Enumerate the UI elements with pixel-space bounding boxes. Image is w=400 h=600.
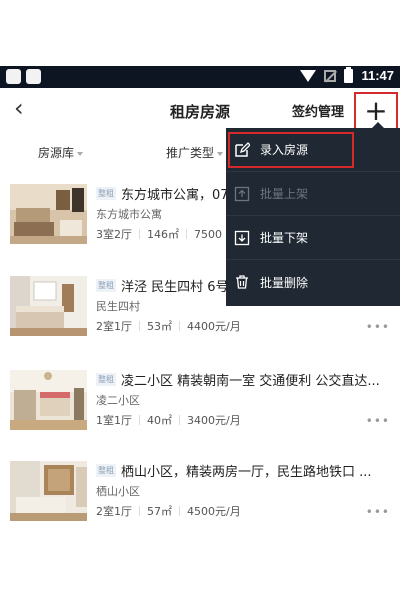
- listing-title: 栖山小区，精装两房一厅，民生路地铁口 ...: [121, 464, 372, 480]
- dropdown-arrow-icon: [217, 151, 224, 156]
- status-bar: 11:47: [0, 66, 400, 88]
- notification-icon: [26, 69, 41, 84]
- status-left-icons: [6, 69, 41, 84]
- add-dropdown-menu: 录入房源 批量上架 批量下架 批量删除: [226, 122, 400, 306]
- sign-management-button[interactable]: 签约管理: [292, 101, 344, 120]
- listing-specs: 1室1厅 40㎡ 3400元/月: [96, 412, 396, 428]
- listing-info: 整租 栖山小区，精装两房一厅，民生路地铁口 ... 栖山小区 2室1厅 57㎡ 4…: [96, 461, 396, 519]
- listing-photo: [10, 184, 87, 244]
- menu-item-batch-delete[interactable]: 批量删除: [226, 260, 400, 304]
- dropdown-arrow-icon: [77, 151, 84, 156]
- listing-price: 4500元/月: [187, 505, 241, 518]
- status-time: 11:47: [361, 68, 394, 83]
- rental-type-badge: 整租: [96, 278, 116, 292]
- download-icon: [234, 230, 250, 246]
- rental-type-badge: 整租: [96, 186, 116, 200]
- app-header: ‹ 租房房源 签约管理 +: [0, 88, 400, 132]
- plus-icon: +: [364, 94, 388, 127]
- listing-price: 7500: [194, 227, 222, 241]
- trash-icon: [234, 274, 250, 290]
- status-right: 11:47: [300, 66, 394, 83]
- upload-icon: [234, 186, 250, 202]
- selection-highlight: [228, 132, 354, 168]
- listing-area: 57㎡: [147, 505, 172, 518]
- listing-specs: 2室1厅 57㎡ 4500元/月: [96, 503, 396, 519]
- menu-item-label: 批量上架: [260, 187, 309, 201]
- rental-type-badge: 整租: [96, 372, 116, 386]
- battery-icon: [344, 66, 354, 83]
- notification-icon: [6, 69, 21, 84]
- listing-photo: [10, 461, 87, 521]
- listing-layout: 2室1厅: [96, 505, 132, 518]
- rental-type-badge: 整租: [96, 463, 116, 477]
- listing-area: 53㎡: [147, 320, 172, 333]
- menu-item-label: 批量删除: [260, 275, 309, 290]
- listing-area: 146㎡: [147, 228, 179, 241]
- listing-title: 凌二小区 精装朝南一室 交通便利 公交直达...: [121, 373, 380, 389]
- filter-label: 房源库: [38, 146, 75, 160]
- filter-listing-pool[interactable]: 房源库: [38, 144, 84, 161]
- listing-community: 凌二小区: [96, 394, 140, 407]
- list-item[interactable]: 整租 栖山小区，精装两房一厅，民生路地铁口 ... 栖山小区 2室1厅 57㎡ 4…: [0, 461, 400, 545]
- filter-promotion-type[interactable]: 推广类型: [166, 144, 224, 161]
- no-signal-icon: [324, 69, 337, 82]
- listing-title: 洋泾 民生四村 6号: [121, 279, 229, 295]
- menu-item-add-listing[interactable]: 录入房源: [226, 128, 400, 172]
- listing-photo: [10, 370, 87, 430]
- more-options-icon[interactable]: •••: [366, 414, 390, 428]
- listing-area: 40㎡: [147, 414, 172, 427]
- more-options-icon[interactable]: •••: [366, 505, 390, 519]
- menu-item-batch-delist[interactable]: 批量下架: [226, 216, 400, 260]
- wifi-icon: [300, 69, 317, 82]
- listing-price: 4400元/月: [187, 320, 241, 333]
- listing-photo: [10, 276, 87, 336]
- listing-specs: 2室1厅 53㎡ 4400元/月: [96, 318, 396, 334]
- listing-community: 栖山小区: [96, 485, 140, 498]
- menu-item-label: 批量下架: [260, 231, 309, 245]
- list-item[interactable]: 整租 凌二小区 精装朝南一室 交通便利 公交直达... 凌二小区 1室1厅 40㎡…: [0, 370, 400, 454]
- more-options-icon[interactable]: •••: [366, 320, 390, 334]
- listing-layout: 3室2厅: [96, 228, 132, 241]
- listing-layout: 2室1厅: [96, 320, 132, 333]
- menu-item-batch-list[interactable]: 批量上架: [226, 172, 400, 216]
- listing-layout: 1室1厅: [96, 414, 132, 427]
- listing-price: 3400元/月: [187, 414, 241, 427]
- filter-label: 推广类型: [166, 146, 215, 160]
- listing-info: 整租 凌二小区 精装朝南一室 交通便利 公交直达... 凌二小区 1室1厅 40㎡…: [96, 370, 396, 428]
- listing-title: 东方城市公寓，07: [121, 187, 229, 203]
